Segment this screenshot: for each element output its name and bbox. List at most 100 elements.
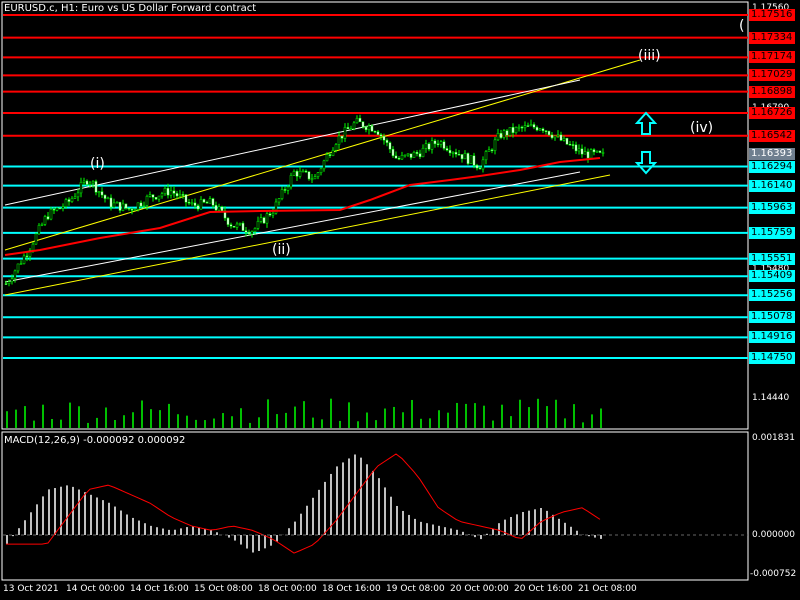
candle-body [304,170,308,173]
volume-bar [447,412,449,428]
chart-canvas[interactable] [0,0,800,600]
volume-bar [96,417,98,428]
candle-body [271,212,275,216]
candle-body [526,125,530,127]
volume-bar [402,412,404,428]
macd-bar [486,533,488,535]
chart-title: EURUSD.c, H1: Euro vs US Dollar Forward … [4,3,257,14]
candle-body [382,135,386,141]
price-level-label: 1.15759 [749,226,795,239]
candle-body [523,125,527,129]
candle-body [307,171,311,180]
candle-body [112,202,116,208]
candle-body [373,131,377,133]
candle-body [73,196,77,199]
candle-body [184,194,188,203]
candle-body [91,181,95,184]
candle-body [361,121,365,128]
macd-bar [516,514,518,535]
candle-body [571,144,575,146]
candle-body [358,117,362,123]
macd-bar [408,514,410,535]
candle-body [238,222,242,225]
volume-bar [555,399,557,428]
candle-body [487,149,491,152]
macd-bar [468,534,470,535]
macd-bar [432,524,434,535]
candle-body [124,203,128,209]
macd-bar [456,529,458,535]
candle-body [337,135,341,145]
volume-bar [438,410,440,428]
macd-bar [6,535,8,545]
candle-body [469,155,473,164]
macd-bar [438,525,440,535]
candle-body [202,199,206,203]
candle-body [505,130,509,136]
macd-bar [30,512,32,535]
price-level-label: 1.16294 [749,160,795,173]
macd-bar [480,535,482,540]
candle-body [301,170,305,173]
macd-bar [234,535,236,541]
candle-body [16,263,20,272]
macd-bar [240,535,242,545]
candle-body [289,175,293,188]
candle-body [484,151,488,161]
candle-body [166,188,170,196]
price-level-label: 1.17516 [749,9,795,21]
time-label: 19 Oct 08:00 [386,584,445,594]
candle-body [472,155,476,166]
volume-bar [303,401,305,428]
trend-channels [4,59,641,296]
macd-bar [24,520,26,535]
macd-bar [54,488,56,535]
macd-bar [336,466,338,535]
candle-body [10,278,14,282]
macd-bar [312,497,314,535]
candle-body [367,125,371,131]
candle-body [106,197,110,200]
candle-body [388,142,392,150]
candle-body [55,207,59,211]
time-label: 18 Oct 00:00 [258,584,317,594]
candle-body [421,147,425,158]
volume-bar [60,419,62,428]
time-label: 15 Oct 08:00 [194,584,253,594]
macd-bar [366,464,368,535]
macd-bar [36,504,38,535]
candle-body [355,117,359,124]
candle-body [205,201,209,204]
volume-bar [510,416,512,428]
macd-bar [318,489,320,535]
candle-body [352,122,356,130]
candle-body [196,205,200,210]
macd-bar [372,470,374,535]
candle-body [70,198,74,202]
candle-body [97,191,101,193]
candle-body [133,209,137,211]
candle-body [457,153,461,156]
candle-body [142,205,146,207]
macd-bar [306,505,308,535]
time-label: 21 Oct 08:00 [578,584,637,594]
macd-bar [102,500,104,535]
volume-bar [339,420,341,428]
candle-body [370,125,374,132]
macd-bar [384,487,386,535]
candle-body [148,194,152,197]
candle-body [541,128,545,131]
macd-bar [294,521,296,535]
macd-histogram [6,454,602,553]
volume-bar [114,420,116,428]
macd-bar [12,535,14,537]
candle-body [550,134,554,139]
candle-body [211,198,215,206]
main-pane-border [1,1,749,430]
candle-body [115,201,119,204]
candle-body [466,153,470,164]
volume-bar [519,399,521,428]
arrow-up-icon [634,111,658,135]
macd-bar [42,496,44,535]
candle-body [589,149,593,159]
